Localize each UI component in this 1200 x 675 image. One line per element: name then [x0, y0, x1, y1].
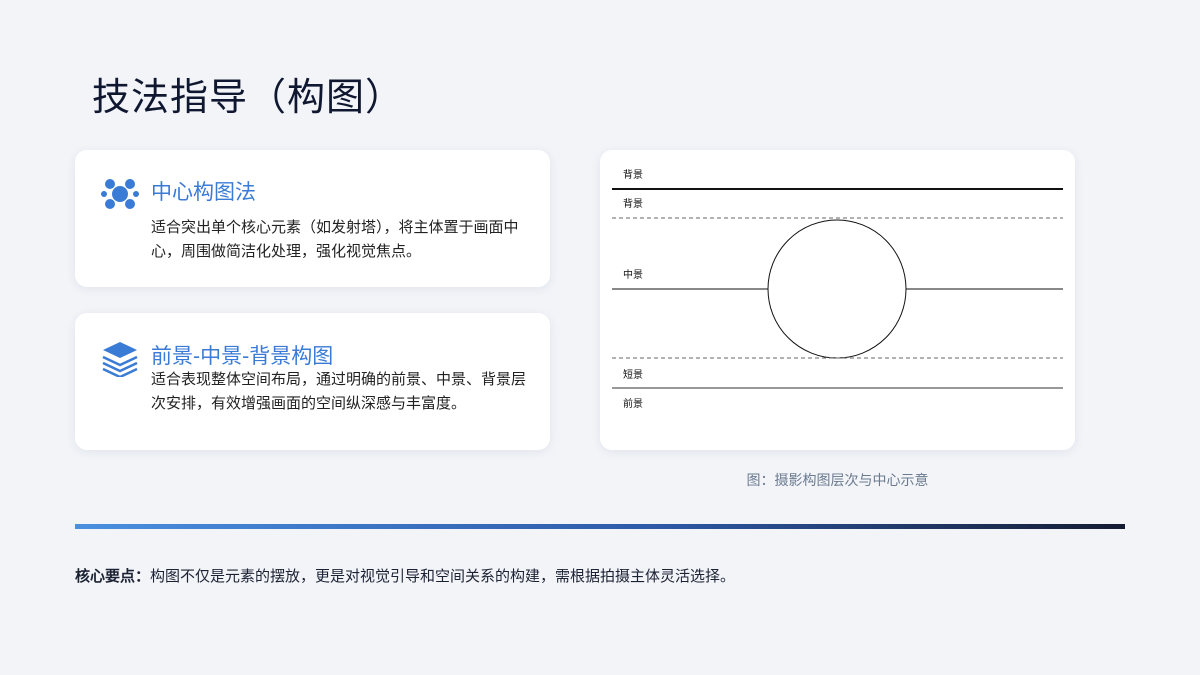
key-point-text: 构图不仅是元素的摆放，更是对视觉引导和空间关系的构建，需根据拍摄主体灵活选择。: [150, 567, 736, 585]
diagram-caption: 图：摄影构图层次与中心示意: [746, 473, 929, 489]
label-background: 背景: [623, 197, 643, 210]
label-top-background: 背景: [623, 168, 643, 181]
card-description: 适合突出单个核心元素（如发射塔），将主体置于画面中心，周围做简洁化处理，强化视觉…: [151, 218, 519, 260]
key-point: 核心要点：构图不仅是元素的摆放，更是对视觉引导和空间关系的构建，需根据拍摄主体灵…: [75, 565, 735, 586]
label-midground: 中景: [623, 268, 643, 281]
key-point-lead: 核心要点：: [75, 567, 151, 585]
card-title: 前景-中景-背景构图: [151, 344, 334, 368]
divider: [75, 524, 1125, 529]
center-subject-circle: [767, 219, 907, 359]
card-title: 中心构图法: [151, 180, 256, 204]
card-description: 适合表现整体空间布局，通过明确的前景、中景、背景层次安排，有效增强画面的空间纵深…: [151, 370, 527, 412]
layers-icon: [102, 342, 138, 377]
page-title: 技法指导（构图）: [92, 75, 405, 119]
composition-diagram-svg: 背景 背景 中景 短景 前景: [612, 168, 1063, 410]
center-composition-card: 中心构图法 适合突出单个核心元素（如发射塔），将主体置于画面中心，周围做简洁化处…: [75, 150, 550, 287]
center-composition-icon: [101, 179, 139, 209]
layered-composition-card: 前景-中景-背景构图 适合表现整体空间布局，通过明确的前景、中景、背景层次安排，…: [75, 313, 550, 450]
label-foreground: 前景: [623, 397, 643, 410]
label-short: 短景: [623, 368, 643, 381]
composition-diagram: 背景 背景 中景 短景 前景: [600, 150, 1075, 450]
